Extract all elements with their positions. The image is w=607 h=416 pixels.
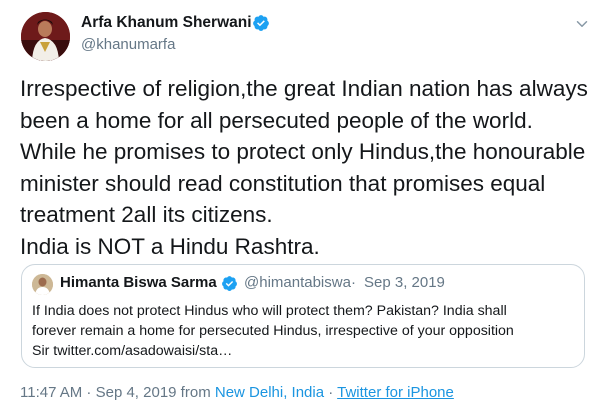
from-label: from — [176, 384, 215, 401]
quoted-text-line: Sir twitter.com/asadowaisi/sta… — [32, 343, 233, 359]
tweet-date[interactable]: Sep 4, 2019 — [96, 384, 177, 401]
quoted-tweet[interactable]: Himanta Biswa Sarma @himantabiswa · Sep … — [21, 264, 585, 368]
author-display-name[interactable]: Arfa Khanum Sherwani — [81, 14, 252, 32]
quoted-author-handle: @himantabiswa — [244, 274, 351, 291]
tweet-time[interactable]: 11:47 AM — [20, 384, 82, 401]
verified-badge-icon — [253, 15, 269, 31]
tweet-location-link[interactable]: New Delhi, India — [215, 384, 324, 401]
quoted-author-display-name: Himanta Biswa Sarma — [60, 274, 217, 291]
quoted-text-line: If India does not protect Hindus who wil… — [32, 303, 507, 319]
tweet-metadata: 11:47 AM · Sep 4, 2019 from New Delhi, I… — [20, 384, 454, 401]
tweet-text: Irrespective of religion,the great India… — [20, 73, 600, 262]
author-avatar[interactable] — [21, 12, 70, 61]
quoted-separator: · — [351, 274, 356, 291]
tweet-text-line: minister should read constitution that p… — [20, 170, 546, 196]
tweet-text-line: treatment 2all its citizens. — [20, 202, 273, 227]
quoted-author-avatar — [32, 274, 53, 295]
quoted-date: Sep 3, 2019 — [364, 274, 445, 291]
tweet-text-line: India is NOT a Hindu Rashtra. — [20, 233, 320, 259]
meta-separator: · — [82, 384, 96, 401]
tweet-text-line: been a home for all persecuted people of… — [20, 107, 533, 133]
quoted-text-line: forever remain a home for persecuted Hin… — [32, 323, 514, 339]
tweet-text-line: Irrespective of religion,the great India… — [20, 76, 588, 101]
tweet-card: Arfa Khanum Sherwani @khanumarfa Irrespe… — [0, 0, 607, 416]
verified-badge-icon — [222, 276, 237, 291]
author-handle[interactable]: @khanumarfa — [81, 36, 175, 53]
meta-separator: · — [324, 384, 338, 401]
quoted-tweet-text: If India does not protect Hindus who wil… — [32, 301, 577, 361]
chevron-down-icon[interactable] — [573, 15, 591, 33]
tweet-text-line: While he promises to protect only Hindus… — [20, 139, 586, 164]
tweet-source-link[interactable]: Twitter for iPhone — [337, 384, 454, 401]
